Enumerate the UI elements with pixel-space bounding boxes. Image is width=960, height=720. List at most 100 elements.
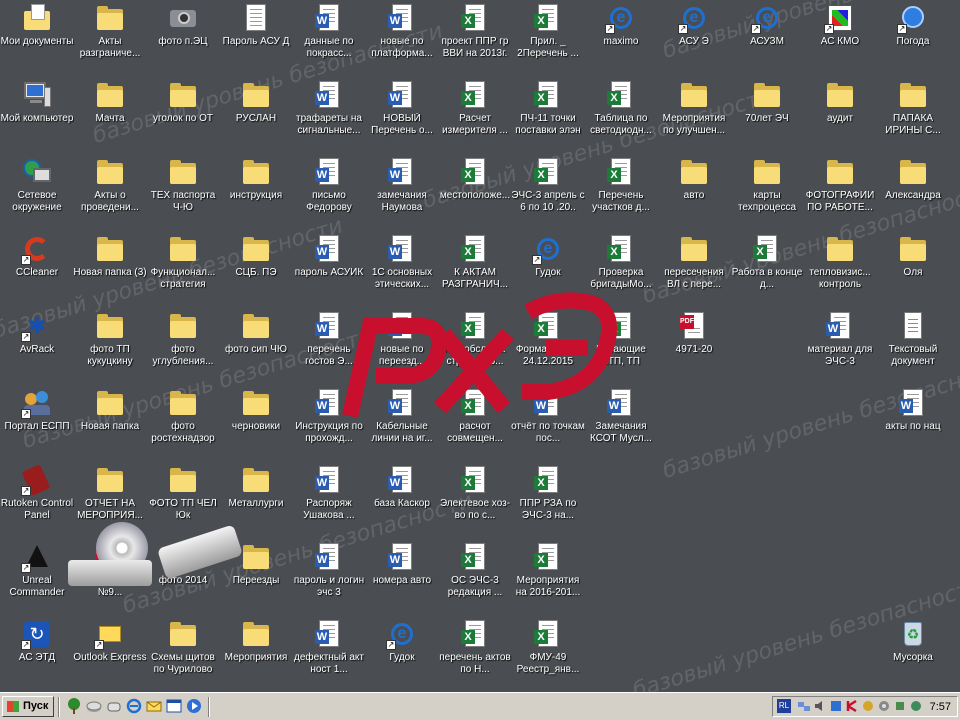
desktop-icon-pdf[interactable]: PDF 4971-20 (657, 310, 731, 356)
desktop-icon-folder[interactable]: Схемы щитов по Чурилово (146, 618, 220, 676)
desktop-icon-folder[interactable]: ПАПАКА ИРИНЫ С... (876, 79, 950, 137)
desktop-icon-folder[interactable]: Функционал... стратегия (146, 233, 220, 291)
desktop-icon-word[interactable]: W Распоряж Ушакова ... (292, 464, 366, 522)
desktop-icon-folder[interactable]: инструкция (219, 156, 293, 202)
window-icon[interactable] (166, 698, 182, 714)
desktop-icon-excel[interactable]: X ОС ЭЧС-3 редакция ... (438, 541, 512, 599)
desktop-icon-excel[interactable]: X ПЧ-11 точки поставки элэн (511, 79, 585, 137)
desktop-icon-folder[interactable]: ТЕХ паспорта Ч-Ю (146, 156, 220, 214)
desktop-icon-folder[interactable]: фото углубления... (146, 310, 220, 368)
monitor-icon[interactable] (909, 699, 923, 713)
desktop-icon-excel[interactable]: X ППР РЗА по ЭЧС-3 на... (511, 464, 585, 522)
desktop-icon-notepad[interactable]: Текстовый документ (876, 310, 950, 368)
sound-icon[interactable] (813, 699, 827, 713)
clock[interactable]: 7:57 (930, 699, 951, 715)
desktop-icon-word[interactable]: Wпароль АСУИК (292, 233, 366, 279)
language-indicator[interactable]: RL (777, 699, 791, 713)
desktop-icon-folder[interactable]: авто (657, 156, 731, 202)
desktop-icon-word[interactable]: Wновые по платформа... (365, 2, 439, 60)
desktop-icon-asetd[interactable]: ↻ ↗ АС ЭТД (0, 618, 74, 664)
desktop-icon-folder[interactable]: Оля (876, 233, 950, 279)
update-icon[interactable] (861, 699, 875, 713)
desktop-icon-folder[interactable]: 70лет ЭЧ (730, 79, 804, 125)
desktop-icon-excel[interactable]: X Таблица по светодиодн... (584, 79, 658, 137)
network-icon[interactable] (797, 699, 811, 713)
desktop-icon-outlook[interactable]: ↗ Outlook Express (73, 618, 147, 664)
desktop-icon-word[interactable]: Wномера авто (365, 541, 439, 587)
desktop-icon-word[interactable]: Wданные по покрасс... (292, 2, 366, 60)
desktop-icon-word[interactable]: Wзамечания Наумова (365, 156, 439, 214)
desktop-icon-folder[interactable]: РУСЛАН (219, 79, 293, 125)
desktop-icon-ie[interactable]: e ↗ maximo (584, 2, 658, 48)
desktop-icon-word[interactable]: Wпароль и логин эчс 3 (292, 541, 366, 599)
desktop-icon-folder[interactable]: Александра (876, 156, 950, 202)
desktop-icon-folder[interactable]: ОТЧЕТ НА МЕРОПРИЯ... (73, 464, 147, 522)
desktop-icon-portal[interactable]: ↗ Портал ЕСПП (0, 387, 74, 433)
desktop-icon-word[interactable]: Wдефектный акт ност 1... (292, 618, 366, 676)
desktop-icon-folder[interactable]: ФОТО ТП ЧЕЛ Юк (146, 464, 220, 522)
desktop-icon-mydocs[interactable]: Мои документы (0, 2, 74, 48)
desktop-icon-word[interactable]: Wбаза Каскор (365, 464, 439, 510)
desktop-icon-folder[interactable]: Металлурги (219, 464, 293, 510)
desktop-icon-excel[interactable]: X Мероприятия на 2016-201... (511, 541, 585, 599)
desktop-icon-excel[interactable]: X Работа в конце д... (730, 233, 804, 291)
desktop-icon-excel[interactable]: X ФМУ-49 Реестр_янв... (511, 618, 585, 676)
desktop-icon-ie[interactable]: e ↗ АСУ Э (657, 2, 731, 48)
desktop-icon-word[interactable]: Wакты по нац (876, 387, 950, 433)
desktop-icon-folder[interactable]: фото ростехнадзор (146, 387, 220, 445)
disk-icon[interactable] (86, 698, 102, 714)
hand-icon[interactable] (106, 698, 122, 714)
desktop-icon-folder[interactable]: уголок по ОТ (146, 79, 220, 125)
desktop-icon-excel[interactable]: X ЭЧС-3 апрель с 6 по 10 .20.. (511, 156, 585, 214)
desktop-icon-ccleaner[interactable]: ↗ CCleaner (0, 233, 74, 279)
desktop-icon-folder[interactable]: Акты о проведени... (73, 156, 147, 214)
desktop-icon-weather[interactable]: ↗ Погода (876, 2, 950, 48)
desktop-icon-folder[interactable]: фото сип ЧЮ (219, 310, 293, 356)
desktop-icon-excel[interactable]: Xпроект ППР гр ВВИ на 2013г. (438, 2, 512, 60)
desktop-icon-word[interactable]: Wматериал для ЭЧС-3 (803, 310, 877, 368)
desktop-icon-txt[interactable]: Пароль АСУ Д (219, 2, 293, 48)
desktop-icon-excel[interactable]: X Прил. _ 2Перечень ... (511, 2, 585, 60)
desktop-icon-unreal[interactable]: ↗ Unreal Commander (0, 541, 74, 599)
power-icon[interactable] (893, 699, 907, 713)
desktop-icon-rutoken[interactable]: ↗ Rutoken Control Panel (0, 463, 74, 522)
desktop-icon-pc[interactable]: Мой компьютер (0, 79, 74, 125)
desktop-icon-word[interactable]: Wтрафареты на сигнальные... (292, 79, 366, 137)
desktop-icon-ie[interactable]: e ↗ Гудок (511, 233, 585, 279)
antivirus-icon[interactable] (845, 699, 859, 713)
desktop-icon-ie[interactable]: e ↗ Гудок (365, 618, 439, 664)
desktop-icon-kmo[interactable]: ↗ АС КМО (803, 2, 877, 48)
desktop-icon-folder[interactable]: Мероприятия (219, 618, 293, 664)
desktop-icon-folder[interactable]: Мероприятия по улучшен... (657, 79, 731, 137)
ie-icon[interactable] (126, 698, 142, 714)
desktop-icon-excel[interactable]: X Перечень участков д... (584, 156, 658, 214)
desktop-icon-avrack[interactable]: ✱ ↗ AvRack (0, 310, 74, 356)
desktop-icon-folder[interactable]: черновики (219, 387, 293, 433)
desktop-icon-folder[interactable]: Новая папка (73, 387, 147, 433)
desktop-icon-word[interactable]: Wписьмо Федорову (292, 156, 366, 214)
start-button[interactable]: Пуск (2, 696, 54, 717)
desktop-icon-folder[interactable]: Новая папка (3) (73, 233, 147, 279)
desktop-icon-recycle[interactable]: ♻ Мусорка (876, 618, 950, 664)
desktop-icon-folder[interactable]: тепловизис... контроль (803, 233, 877, 291)
desktop-icon-ie[interactable]: e ↗ АСУЗМ (730, 2, 804, 48)
desktop-icon-folder[interactable]: ФОТОГРАФИИ ПО РАБОТЕ... (803, 156, 877, 214)
desktop-icon-word[interactable]: W 1С основных этических... (365, 233, 439, 291)
security-icon[interactable] (829, 699, 843, 713)
desktop-icon-camera[interactable]: фото п.ЭЦ (146, 2, 220, 48)
desktop-icon-excel[interactable]: Xместоположе... (438, 156, 512, 202)
desktop-icon-folder[interactable]: карты техпроцесса (730, 156, 804, 214)
desktop-icon-folder[interactable]: фото ТП кукуцкину (73, 310, 147, 368)
desktop[interactable]: базовый уровень безопасности базовый уро… (0, 0, 960, 704)
desktop-icon-excel[interactable]: X Электевое хоз-во по с... (438, 464, 512, 522)
media-icon[interactable] (186, 698, 202, 714)
desktop-icon-excel[interactable]: XК АКТАМ РАЗГРАНИЧ... (438, 233, 512, 291)
tree-icon[interactable] (66, 698, 82, 714)
desktop-icon-excel[interactable]: X Проверка бригадыМо... (584, 233, 658, 291)
desktop-icon-word[interactable]: W НОВЫЙ Перечень о... (365, 79, 439, 137)
desktop-icon-folder[interactable]: Акты разграниче... (73, 2, 147, 60)
outlook-icon[interactable] (146, 698, 162, 714)
desktop-icon-folder[interactable]: СЦБ. ПЭ (219, 233, 293, 279)
desktop-icon-excel[interactable]: X Расчет измерителя ... (438, 79, 512, 137)
desktop-icon-folder[interactable]: Мачта (73, 79, 147, 125)
